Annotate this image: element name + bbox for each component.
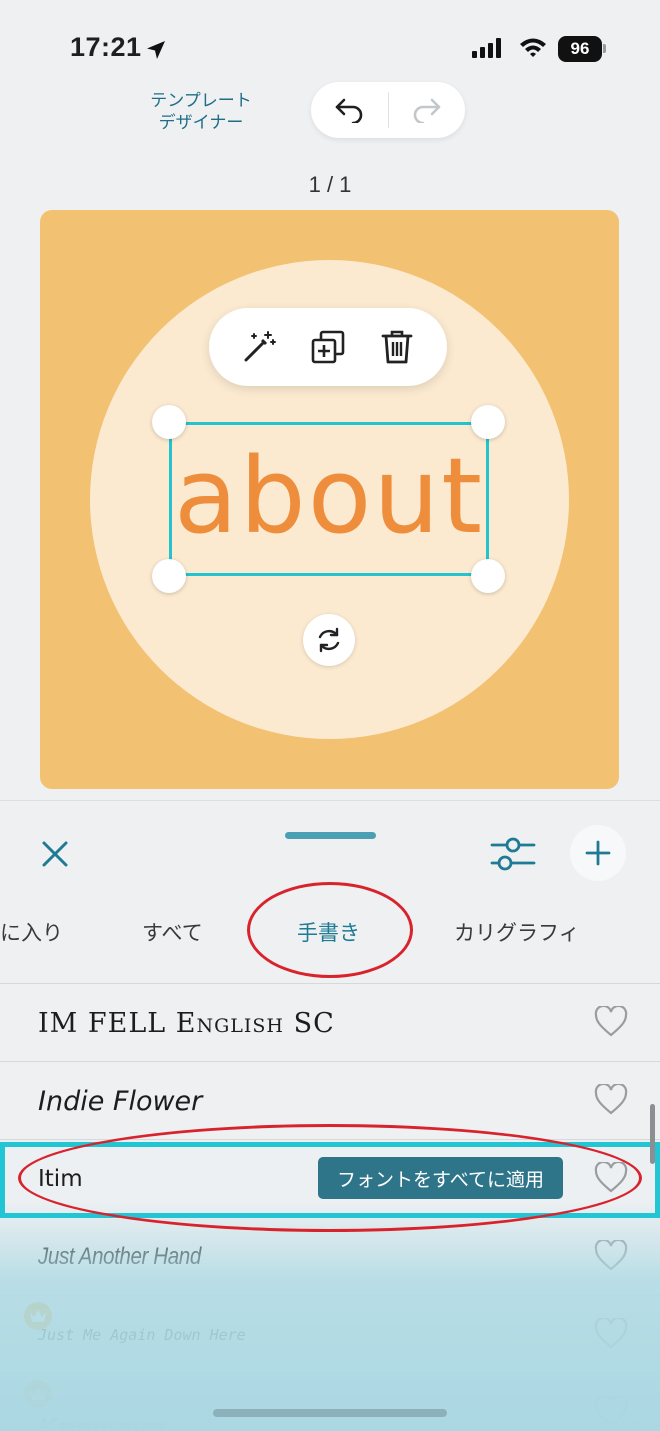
tab-all[interactable]: すべて	[142, 917, 203, 947]
font-row-selected[interactable]: Itim フォントをすべてに適用	[0, 1140, 660, 1218]
home-indicator[interactable]	[213, 1409, 447, 1417]
location-arrow-icon	[147, 41, 165, 59]
redo-button[interactable]	[389, 82, 466, 138]
element-context-menu	[209, 308, 447, 386]
canvas-text[interactable]: about	[174, 444, 484, 548]
heart-icon[interactable]	[594, 1240, 628, 1272]
duplicate-icon	[311, 330, 345, 364]
font-name: Just Me Again Down Here	[38, 1326, 246, 1344]
resize-handle-top-left[interactable]	[152, 405, 186, 439]
scrollbar[interactable]	[650, 1104, 655, 1164]
font-row[interactable]: Knewave	[0, 1374, 660, 1431]
font-row[interactable]: Indie Flower	[0, 1062, 660, 1140]
heart-icon[interactable]	[594, 1318, 628, 1350]
font-list: IM FELL English SC Indie Flower Itim フォン…	[0, 984, 660, 1431]
cellular-signal-icon	[472, 38, 501, 58]
magic-wand-button[interactable]	[239, 327, 279, 367]
rotate-handle[interactable]	[303, 614, 355, 666]
magic-wand-icon	[244, 331, 277, 362]
font-name: Just Another Hand	[38, 1243, 201, 1270]
close-icon	[42, 841, 68, 867]
page-counter: 1 / 1	[308, 172, 352, 197]
template-designer-line2: デザイナー	[158, 113, 244, 133]
font-name: IM FELL English SC	[38, 1007, 335, 1039]
resize-handle-top-right[interactable]	[471, 405, 505, 439]
font-settings-button[interactable]	[490, 831, 536, 877]
heart-icon[interactable]	[594, 1084, 628, 1116]
sheet-grabber[interactable]	[285, 832, 376, 839]
duplicate-button[interactable]	[308, 327, 348, 367]
font-row[interactable]: Just Another Hand	[0, 1218, 660, 1296]
trash-icon	[381, 330, 413, 364]
battery-cap	[603, 44, 606, 53]
undo-icon	[335, 98, 363, 123]
close-button[interactable]	[36, 835, 74, 873]
font-name: Itim	[38, 1166, 83, 1192]
font-name: Knewave	[38, 1412, 166, 1431]
template-designer-line1: テンプレート	[150, 91, 252, 111]
resize-handle-bottom-right[interactable]	[471, 559, 505, 593]
redo-icon	[413, 98, 441, 123]
heart-icon[interactable]	[594, 1396, 628, 1428]
rotate-icon	[318, 627, 340, 653]
resize-handle-bottom-left[interactable]	[152, 559, 186, 593]
tab-favorites[interactable]: お気に入り	[0, 917, 63, 947]
heart-icon[interactable]	[594, 1162, 628, 1194]
apply-font-to-all-button[interactable]: フォントをすべてに適用	[318, 1157, 563, 1199]
sliders-icon	[490, 837, 536, 871]
font-row[interactable]: IM FELL English SC	[0, 984, 660, 1062]
template-designer-link[interactable]: テンプレート デザイナー	[140, 90, 262, 134]
add-font-button[interactable]	[570, 825, 626, 881]
battery-indicator: 96	[558, 36, 602, 62]
selected-text-element[interactable]: about	[169, 422, 489, 576]
undo-button[interactable]	[311, 82, 388, 138]
wifi-icon	[520, 38, 546, 57]
font-row[interactable]: Just Me Again Down Here	[0, 1296, 660, 1374]
undo-redo-group	[311, 82, 465, 138]
delete-button[interactable]	[377, 327, 417, 367]
font-name: Indie Flower	[38, 1085, 203, 1117]
heart-icon[interactable]	[594, 1006, 628, 1038]
annotation-circle-tab	[247, 882, 413, 978]
status-time: 17:21	[70, 32, 142, 62]
plus-icon	[585, 840, 611, 866]
status-bar: 17:21 96	[0, 0, 660, 90]
tab-calligraphy[interactable]: カリグラフィ	[454, 917, 580, 947]
design-canvas[interactable]: about	[40, 210, 619, 789]
font-picker-sheet: お気に入り すべて 手書き カリグラフィ IM FELL English SC …	[0, 800, 660, 1431]
